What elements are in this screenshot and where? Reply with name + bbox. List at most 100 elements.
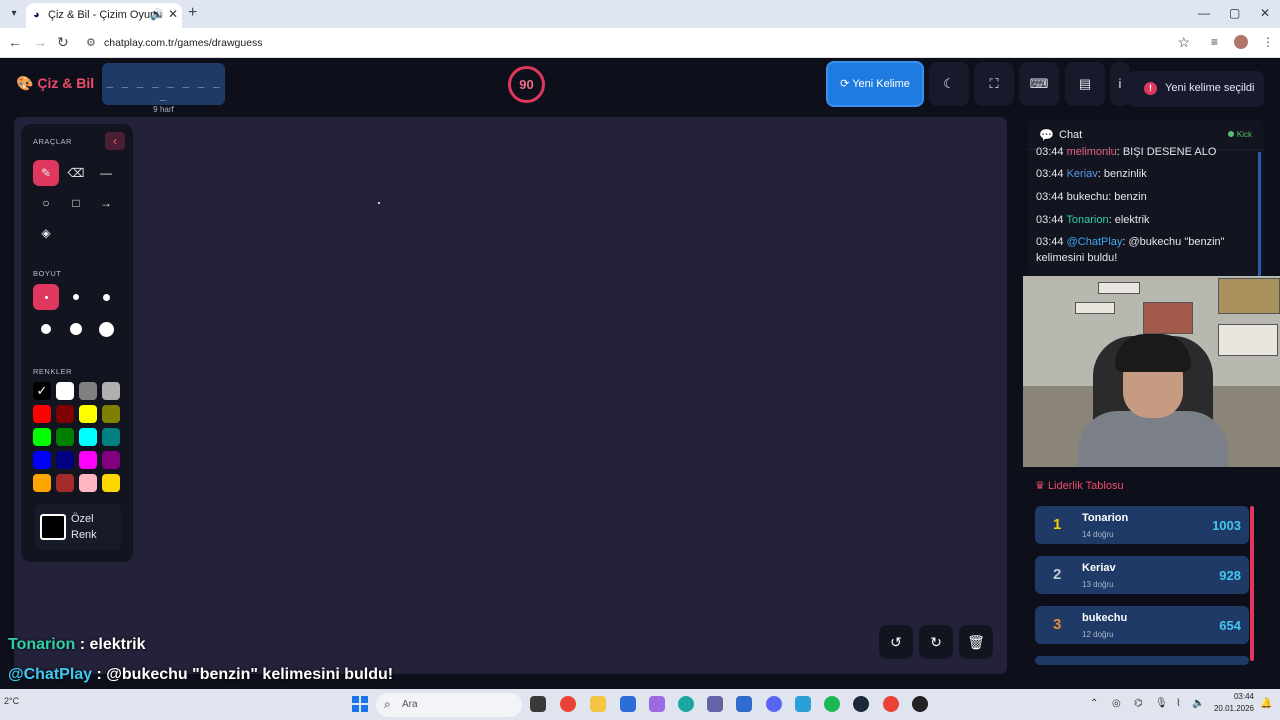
square-tool[interactable]: □	[63, 190, 89, 216]
color-swatch[interactable]	[56, 474, 74, 492]
color-swatch[interactable]	[56, 428, 74, 446]
custom-color-button[interactable]: Özel Renk	[35, 504, 121, 550]
reading-list-icon[interactable]: ≡	[1211, 35, 1218, 49]
color-swatch[interactable]	[79, 405, 97, 423]
color-swatch[interactable]	[79, 428, 97, 446]
chat-message-time: 03:44	[1036, 146, 1067, 158]
outlook-app-icon[interactable]	[736, 696, 752, 712]
new-tab-icon[interactable]: +	[188, 4, 197, 22]
circle-tool[interactable]: ○	[33, 190, 59, 216]
close-tab-icon[interactable]: ✕	[168, 7, 178, 21]
custom-color-line2: Renk	[71, 529, 97, 541]
color-swatch[interactable]	[33, 405, 51, 423]
size-dot	[98, 321, 114, 337]
brush-size-option[interactable]	[63, 284, 89, 310]
size-dot	[73, 294, 79, 300]
tab-title: Çiz & Bil - Çizim Oyunu	[48, 9, 163, 21]
forward-icon[interactable]: →	[33, 34, 47, 50]
bookmark-star-icon[interactable]: ☆	[1177, 34, 1190, 51]
task-view-icon[interactable]	[530, 696, 546, 712]
brush-size-option[interactable]	[63, 316, 89, 342]
profile-avatar[interactable]	[1234, 35, 1248, 49]
archive-button[interactable]: ▤	[1065, 62, 1105, 106]
line-tool[interactable]: —	[93, 160, 119, 186]
check-icon: ✓	[36, 383, 48, 398]
back-icon[interactable]: ←	[8, 34, 22, 50]
webcam-person-shirt	[1078, 411, 1228, 467]
taskbar-clock[interactable]: 03:44 20.01.2026	[1210, 691, 1254, 715]
network-icon[interactable]: ⌇	[1176, 698, 1181, 709]
brush-size-option[interactable]	[33, 284, 59, 310]
store-app-icon[interactable]	[620, 696, 636, 712]
wifi-icon[interactable]: ⌬	[1134, 698, 1143, 709]
color-swatch[interactable]	[102, 428, 120, 446]
keyboard-button[interactable]: ⌨	[1019, 62, 1059, 106]
theme-toggle-button[interactable]: ☾	[929, 62, 969, 106]
eraser-tool[interactable]: ⌫	[63, 160, 89, 186]
undo-button[interactable]: ↺	[879, 625, 913, 659]
color-swatch[interactable]	[56, 382, 74, 400]
maximize-icon[interactable]: ▢	[1229, 6, 1240, 20]
teams-app-icon[interactable]	[707, 696, 723, 712]
status-dot	[1227, 131, 1234, 137]
minimize-icon[interactable]: —	[1198, 6, 1210, 20]
monitor-app-icon[interactable]	[795, 696, 811, 712]
obs-app-icon[interactable]	[912, 696, 928, 712]
redo-button[interactable]: ↻	[919, 625, 953, 659]
brush-tool[interactable]: ✎	[33, 160, 59, 186]
browser-menu-icon[interactable]: ⋮	[1262, 35, 1274, 49]
color-swatch[interactable]	[33, 428, 51, 446]
tray-app-icon[interactable]: ◎	[1112, 698, 1121, 709]
chrome-app-icon[interactable]	[560, 696, 576, 712]
leaderboard-header: ♛ Liderlik Tablosu	[1035, 479, 1124, 492]
leaderboard-scrollbar[interactable]	[1250, 506, 1254, 661]
fill-tool[interactable]: ◈	[33, 220, 59, 246]
color-swatch[interactable]	[102, 405, 120, 423]
file-explorer-icon[interactable]	[590, 696, 606, 712]
windows-start-icon[interactable]	[352, 696, 368, 712]
audio-icon[interactable]: 🔊	[150, 8, 164, 21]
browser-tab[interactable]: ◕ Çiz & Bil - Çizim Oyunu 🔊 ✕	[26, 3, 182, 28]
new-word-button[interactable]: ⟳ Yeni Kelime	[826, 61, 924, 107]
size-dot	[41, 324, 51, 334]
color-swatch[interactable]	[33, 474, 51, 492]
brush-size-option[interactable]	[93, 316, 119, 342]
url-field[interactable]: ⚙ chatplay.com.tr/games/drawguess ☆	[80, 32, 1200, 54]
spotify-app-icon[interactable]	[824, 696, 840, 712]
color-swatch[interactable]	[56, 405, 74, 423]
color-swatch[interactable]	[102, 451, 120, 469]
window-close-icon[interactable]: ✕	[1260, 6, 1270, 20]
microphone-icon[interactable]: 🎙	[1155, 698, 1168, 709]
brush-size-option[interactable]	[93, 284, 119, 310]
fullscreen-button[interactable]: ⛶	[974, 62, 1014, 106]
color-swatch[interactable]	[79, 474, 97, 492]
notification-icon[interactable]: 🔔	[1260, 698, 1272, 709]
chat-scrollbar[interactable]	[1258, 152, 1261, 276]
clear-canvas-button[interactable]: 🗑	[959, 625, 993, 659]
color-swatch[interactable]	[102, 474, 120, 492]
discord-app-icon[interactable]	[766, 696, 782, 712]
color-swatch[interactable]	[33, 451, 51, 469]
tray-overflow-icon[interactable]: ⌃	[1090, 698, 1098, 709]
chrome-active-icon[interactable]	[883, 696, 899, 712]
weather-widget[interactable]: 2°C	[4, 696, 19, 706]
brush-size-option[interactable]	[33, 316, 59, 342]
volume-icon[interactable]: 🔈	[1192, 698, 1204, 709]
reload-icon[interactable]: ↻	[57, 34, 69, 51]
copilot-app-icon[interactable]	[649, 696, 665, 712]
size-dot	[102, 293, 110, 301]
drawing-canvas[interactable]	[14, 117, 1007, 674]
color-swatch[interactable]	[102, 382, 120, 400]
steam-app-icon[interactable]	[853, 696, 869, 712]
arrow-tool[interactable]: →	[93, 190, 119, 216]
info-button[interactable]: i	[1110, 62, 1130, 106]
tab-search-icon[interactable]: ▾	[6, 6, 22, 22]
taskbar-search[interactable]: ⌕ Ara	[376, 693, 522, 717]
edge-app-icon[interactable]	[678, 696, 694, 712]
color-swatch[interactable]	[56, 451, 74, 469]
collapse-panel-button[interactable]: ‹	[105, 132, 125, 150]
site-info-icon[interactable]: ⚙	[86, 36, 96, 49]
color-swatch[interactable]	[79, 451, 97, 469]
color-swatch[interactable]	[79, 382, 97, 400]
leaderboard-score: 654	[1219, 618, 1241, 633]
